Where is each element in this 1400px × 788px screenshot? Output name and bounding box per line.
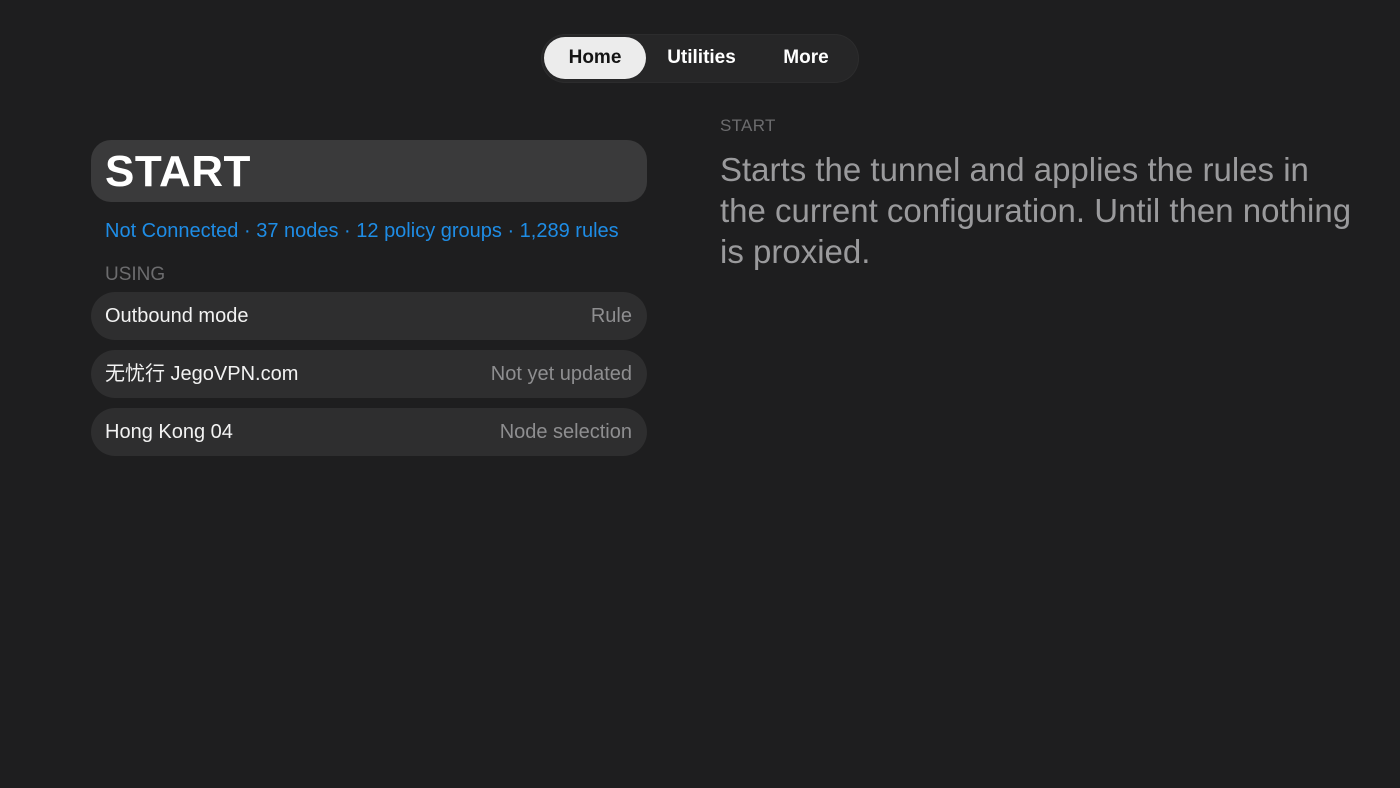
node-selection-value: Node selection xyxy=(499,421,632,443)
node-label: Hong Kong 04 xyxy=(105,421,233,443)
connection-status-summary: Not Connected · 37 nodes · 12 policy gro… xyxy=(105,220,619,242)
profile-update-status: Not yet updated xyxy=(490,363,632,385)
tab-more[interactable]: More xyxy=(755,37,857,79)
tab-home[interactable]: Home xyxy=(544,37,646,79)
start-button[interactable]: START xyxy=(91,140,647,202)
detail-description: Starts the tunnel and applies the rules … xyxy=(720,151,1352,270)
outbound-mode-label: Outbound mode xyxy=(105,305,249,327)
tab-utilities[interactable]: Utilities xyxy=(651,37,752,79)
detail-header: START xyxy=(720,116,776,135)
profile-row[interactable]: 无忧行 JegoVPN.com Not yet updated xyxy=(91,350,647,398)
profile-label: 无忧行 JegoVPN.com xyxy=(105,363,299,385)
top-tab-bar: Home Utilities More xyxy=(541,34,859,83)
using-section-header: USING xyxy=(105,264,166,285)
node-row[interactable]: Hong Kong 04 Node selection xyxy=(91,408,647,456)
start-button-label: START xyxy=(105,147,251,196)
page: Home Utilities More START Not Connected … xyxy=(0,0,1400,788)
outbound-mode-row[interactable]: Outbound mode Rule xyxy=(91,292,647,340)
outbound-mode-value: Rule xyxy=(590,305,632,327)
